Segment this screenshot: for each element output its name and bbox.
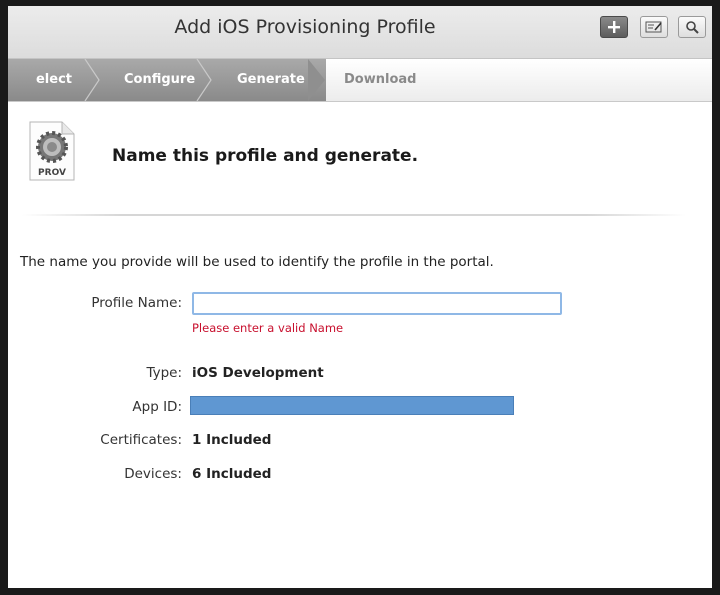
certificates-label: Certificates: [100,432,182,448]
profile-name-error: Please enter a valid Name [192,321,344,335]
type-label: Type: [146,365,182,381]
title-bar: Add iOS Provisioning Profile [8,6,712,59]
app-id-redacted-value [190,396,514,415]
step-separator [196,59,212,101]
step-arrow [308,59,325,101]
divider [22,214,686,216]
step-generate: Generate [237,72,305,87]
search-icon [686,21,699,34]
step-separator [84,59,100,101]
step-download: Download [344,72,417,87]
step-select-type[interactable]: elect Type [8,59,86,129]
step-configure[interactable]: Configure [124,59,195,101]
search-button[interactable] [678,16,706,38]
file-icon-label: PROV [38,168,66,178]
intro-text: The name you provide will be used to ide… [20,254,494,270]
section-heading: Name this profile and generate. [112,146,419,166]
plus-icon [608,21,620,33]
app-window: Add iOS Provisioning Profile elect Confi… [8,6,712,588]
provisioning-file-icon: PROV [29,121,75,181]
devices-label: Devices: [124,466,182,482]
edit-button[interactable] [640,16,668,38]
app-id-label: App ID: [132,399,182,415]
certificates-value: 1 Included [192,432,272,448]
add-button[interactable] [600,16,628,38]
wizard-steps: elect Type Configure Generate Download [8,59,712,129]
profile-name-input[interactable] [192,292,562,315]
devices-value: 6 Included [192,466,272,482]
profile-name-label: Profile Name: [91,295,182,311]
type-value: iOS Development [192,365,324,381]
edit-icon [645,21,662,33]
